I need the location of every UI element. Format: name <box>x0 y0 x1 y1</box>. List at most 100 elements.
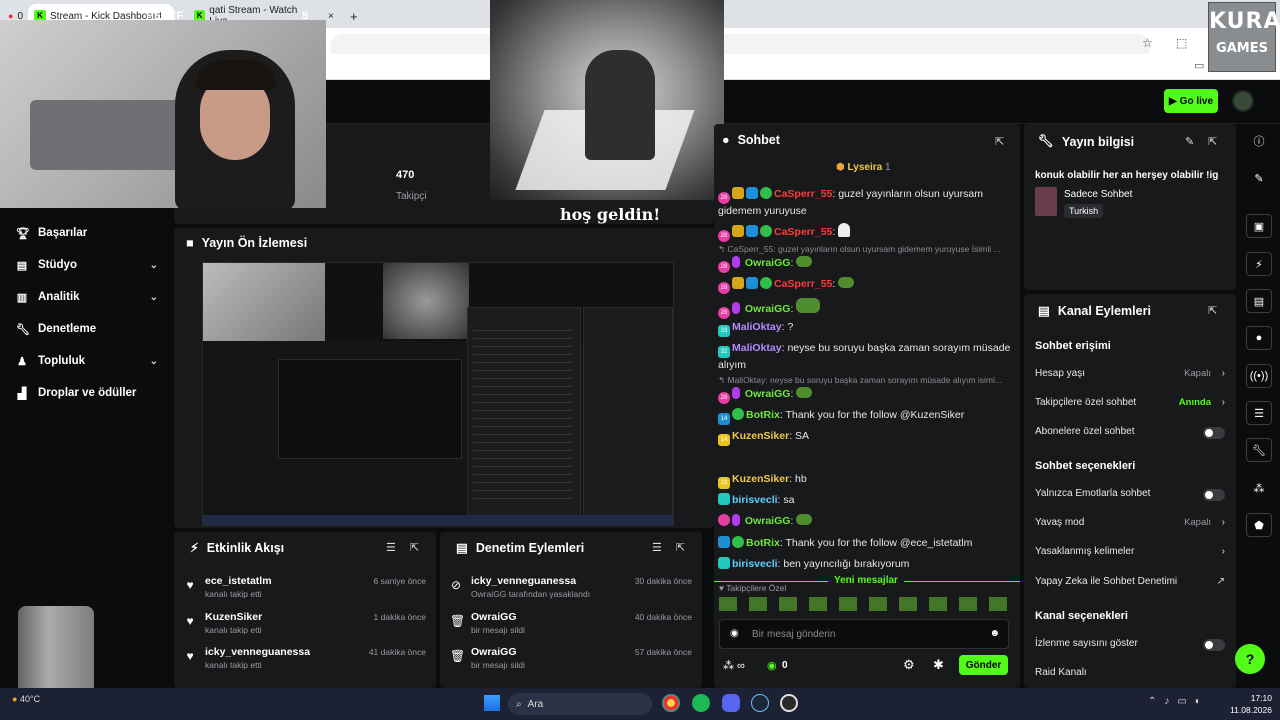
popout-icon[interactable]: ⇱ <box>1208 304 1217 317</box>
setting-banned-words[interactable]: Yasaklanmış kelimeler › <box>1035 546 1225 562</box>
filter-icon[interactable]: ☰ <box>652 541 662 554</box>
chat-message: birisvecli: ben yayıncılığı bırakıyorum <box>718 557 1016 572</box>
popout-icon[interactable]: ⇱ <box>1208 135 1217 148</box>
sub-months-badge: 14 <box>718 434 730 446</box>
sidebar-item-drops[interactable]: ▟ Droplar ve ödüller <box>16 383 158 403</box>
setting-account-age[interactable]: Hesap yaşı Kapalı › <box>1035 368 1225 384</box>
spotify-icon[interactable] <box>692 694 710 712</box>
setting-emote-only: Yalnızca Emotlarla sohbet <box>1035 488 1225 504</box>
send-button[interactable]: Gönder <box>959 655 1008 675</box>
chat-message: 33 MaliOktay: ? <box>718 320 1016 337</box>
og-badge-icon <box>746 187 758 199</box>
crown-badge-icon <box>732 225 744 237</box>
sidebar-item-achievements[interactable]: 🏆︎ Başarılar <box>16 223 158 243</box>
taskbar-clock[interactable]: 17:10 11.08.2026 <box>1224 692 1272 716</box>
moderation-item: 🗑︎ OwraiGG bir mesajı sildi 40 dakika ön… <box>450 611 692 635</box>
ban-icon: ⊘ <box>450 578 462 592</box>
emote-only-toggle[interactable] <box>1203 489 1225 501</box>
mic-badge-icon <box>732 256 740 268</box>
extensions-icon[interactable]: ⬚ <box>1176 36 1187 50</box>
chat-input[interactable]: ◉ Bir mesaj gönderin ☻ <box>719 619 1009 649</box>
community-icon[interactable]: ⁂ ∞ <box>723 659 745 672</box>
pepe-emote-icon <box>796 387 813 398</box>
chat-message: 28 CaSperr_55: guzel yayınların olsun uyu… <box>718 187 983 217</box>
setting-followers-only[interactable]: Takipçilere özel sohbet Anında › <box>1035 397 1225 413</box>
preview-nested-preview <box>278 359 462 459</box>
trash-icon: 🗑︎ <box>450 649 466 663</box>
chat-input-placeholder: Bir mesaj gönderin <box>752 629 836 640</box>
setting-raid-channel[interactable]: Raid Kanalı <box>1035 667 1225 683</box>
go-live-button[interactable]: ▶ Go live <box>1164 89 1218 113</box>
gear-icon[interactable]: ⚙ <box>903 657 915 673</box>
verified-badge-icon <box>760 187 772 199</box>
lightning-icon[interactable]: ⚡︎ <box>1246 252 1272 276</box>
emote-strip[interactable] <box>719 597 1013 611</box>
star-icon[interactable]: ☆ <box>1142 36 1153 50</box>
emote-icon[interactable]: ✱ <box>933 657 944 673</box>
preview-title: ■ Yayın Ön İzlemesi <box>186 236 308 250</box>
chat-bubble-icon[interactable]: ● <box>1246 326 1272 350</box>
popout-icon[interactable]: ⇱ <box>995 135 1004 148</box>
setting-slow-mode[interactable]: Yavaş mod Kapalı › <box>1035 517 1225 533</box>
edit-icon[interactable]: ✎ <box>1185 135 1194 148</box>
broadcast-icon[interactable]: ((•)) <box>1246 364 1272 388</box>
clip-icon[interactable]: ▣ <box>1246 214 1272 238</box>
chat-message: 28 OwraiGG: <box>718 256 1016 273</box>
followers-label: Takipçi <box>396 191 427 202</box>
wrench-icon[interactable]: 🔧︎ <box>1246 438 1272 462</box>
pepe-emote-icon <box>838 277 855 288</box>
filter-icon[interactable]: ☰ <box>386 541 396 554</box>
stream-preview-video[interactable] <box>202 262 674 526</box>
popout-icon[interactable]: ⇱ <box>676 541 685 554</box>
kick-points-icon: ◉ <box>767 660 777 672</box>
taskbar-search[interactable]: ⌕ Ara <box>508 693 652 715</box>
popout-icon[interactable]: ⇱ <box>410 541 419 554</box>
info-icon[interactable]: ⓘ <box>1246 129 1272 153</box>
chrome-icon[interactable] <box>662 694 680 712</box>
sub-months-badge: 28 <box>718 392 730 404</box>
category-name[interactable]: Sadece Sohbet <box>1064 189 1132 200</box>
emoji-icon[interactable]: ☻ <box>989 628 1000 639</box>
list-icon[interactable]: ☰ <box>1246 401 1272 425</box>
discord-icon[interactable] <box>722 694 740 712</box>
trophy-icon: 🏆︎ <box>16 227 30 240</box>
pinned-gifter[interactable]: ⬢ Lyseira 1 <box>836 162 891 173</box>
subscribers-only-toggle[interactable] <box>1203 427 1225 439</box>
weather-widget[interactable]: ● 40°C <box>12 694 40 704</box>
section-title: Sohbet seçenekleri <box>1035 460 1136 472</box>
edit-icon[interactable]: ✎ <box>1246 166 1272 190</box>
verified-badge-icon <box>732 408 744 420</box>
user-avatar[interactable] <box>1232 90 1254 112</box>
emote-tab-label[interactable]: ♥ Takipçilere Özel <box>719 583 786 593</box>
language-tag[interactable]: Turkish <box>1064 204 1104 218</box>
clipboard-icon: ▤ <box>456 541 468 555</box>
sidebar-item-studio[interactable]: ▤ Stüdyo ⌄ <box>16 255 158 275</box>
system-tray[interactable]: ⌃♪▭◐ <box>1148 696 1209 707</box>
kick-points-value: 0 <box>782 660 788 671</box>
sidebar-item-moderation[interactable]: 🔧︎ Denetleme <box>16 319 158 339</box>
followers-count: 470 <box>396 169 415 181</box>
lightning-icon: ⚡︎ <box>190 541 199 555</box>
heart-icon: ♥ <box>186 578 194 592</box>
obs-icon[interactable] <box>780 694 798 712</box>
clipboard-icon[interactable]: ▤ <box>1246 289 1272 313</box>
painting-overlay <box>490 0 724 200</box>
folder-icon[interactable]: ▭ <box>1194 59 1204 72</box>
new-tab-button[interactable]: + <box>344 4 364 28</box>
shield-icon[interactable]: ⬟ <box>1246 513 1272 537</box>
steam-icon[interactable] <box>751 694 769 712</box>
chat-reply-preview[interactable]: ↰ CaSperr_55: guzel yayınların olsun uyu… <box>718 244 1016 255</box>
chat-title: ● Sohbet <box>722 133 780 147</box>
chat-message: OwraiGG: <box>718 514 1016 529</box>
sidebar-item-analytics[interactable]: ▥ Analitik ⌄ <box>16 287 158 307</box>
help-support-icon[interactable]: ? <box>1235 644 1265 674</box>
sun-icon: ● <box>12 694 18 704</box>
community-icon[interactable]: ⁂ <box>1246 476 1272 500</box>
heart-icon: ♥ <box>186 614 194 628</box>
show-viewers-toggle[interactable] <box>1203 639 1225 651</box>
sidebar-item-community[interactable]: ♟ Topluluk ⌄ <box>16 351 158 371</box>
search-icon: ⌕ <box>516 698 522 710</box>
setting-ai-moderation[interactable]: Yapay Zeka ile Sohbet Denetimi ↗ <box>1035 576 1225 592</box>
chat-reply-preview[interactable]: ↰ MaliOktay: neyse bu soruyu başka zaman… <box>718 375 1016 386</box>
windows-start-icon[interactable] <box>484 695 500 711</box>
